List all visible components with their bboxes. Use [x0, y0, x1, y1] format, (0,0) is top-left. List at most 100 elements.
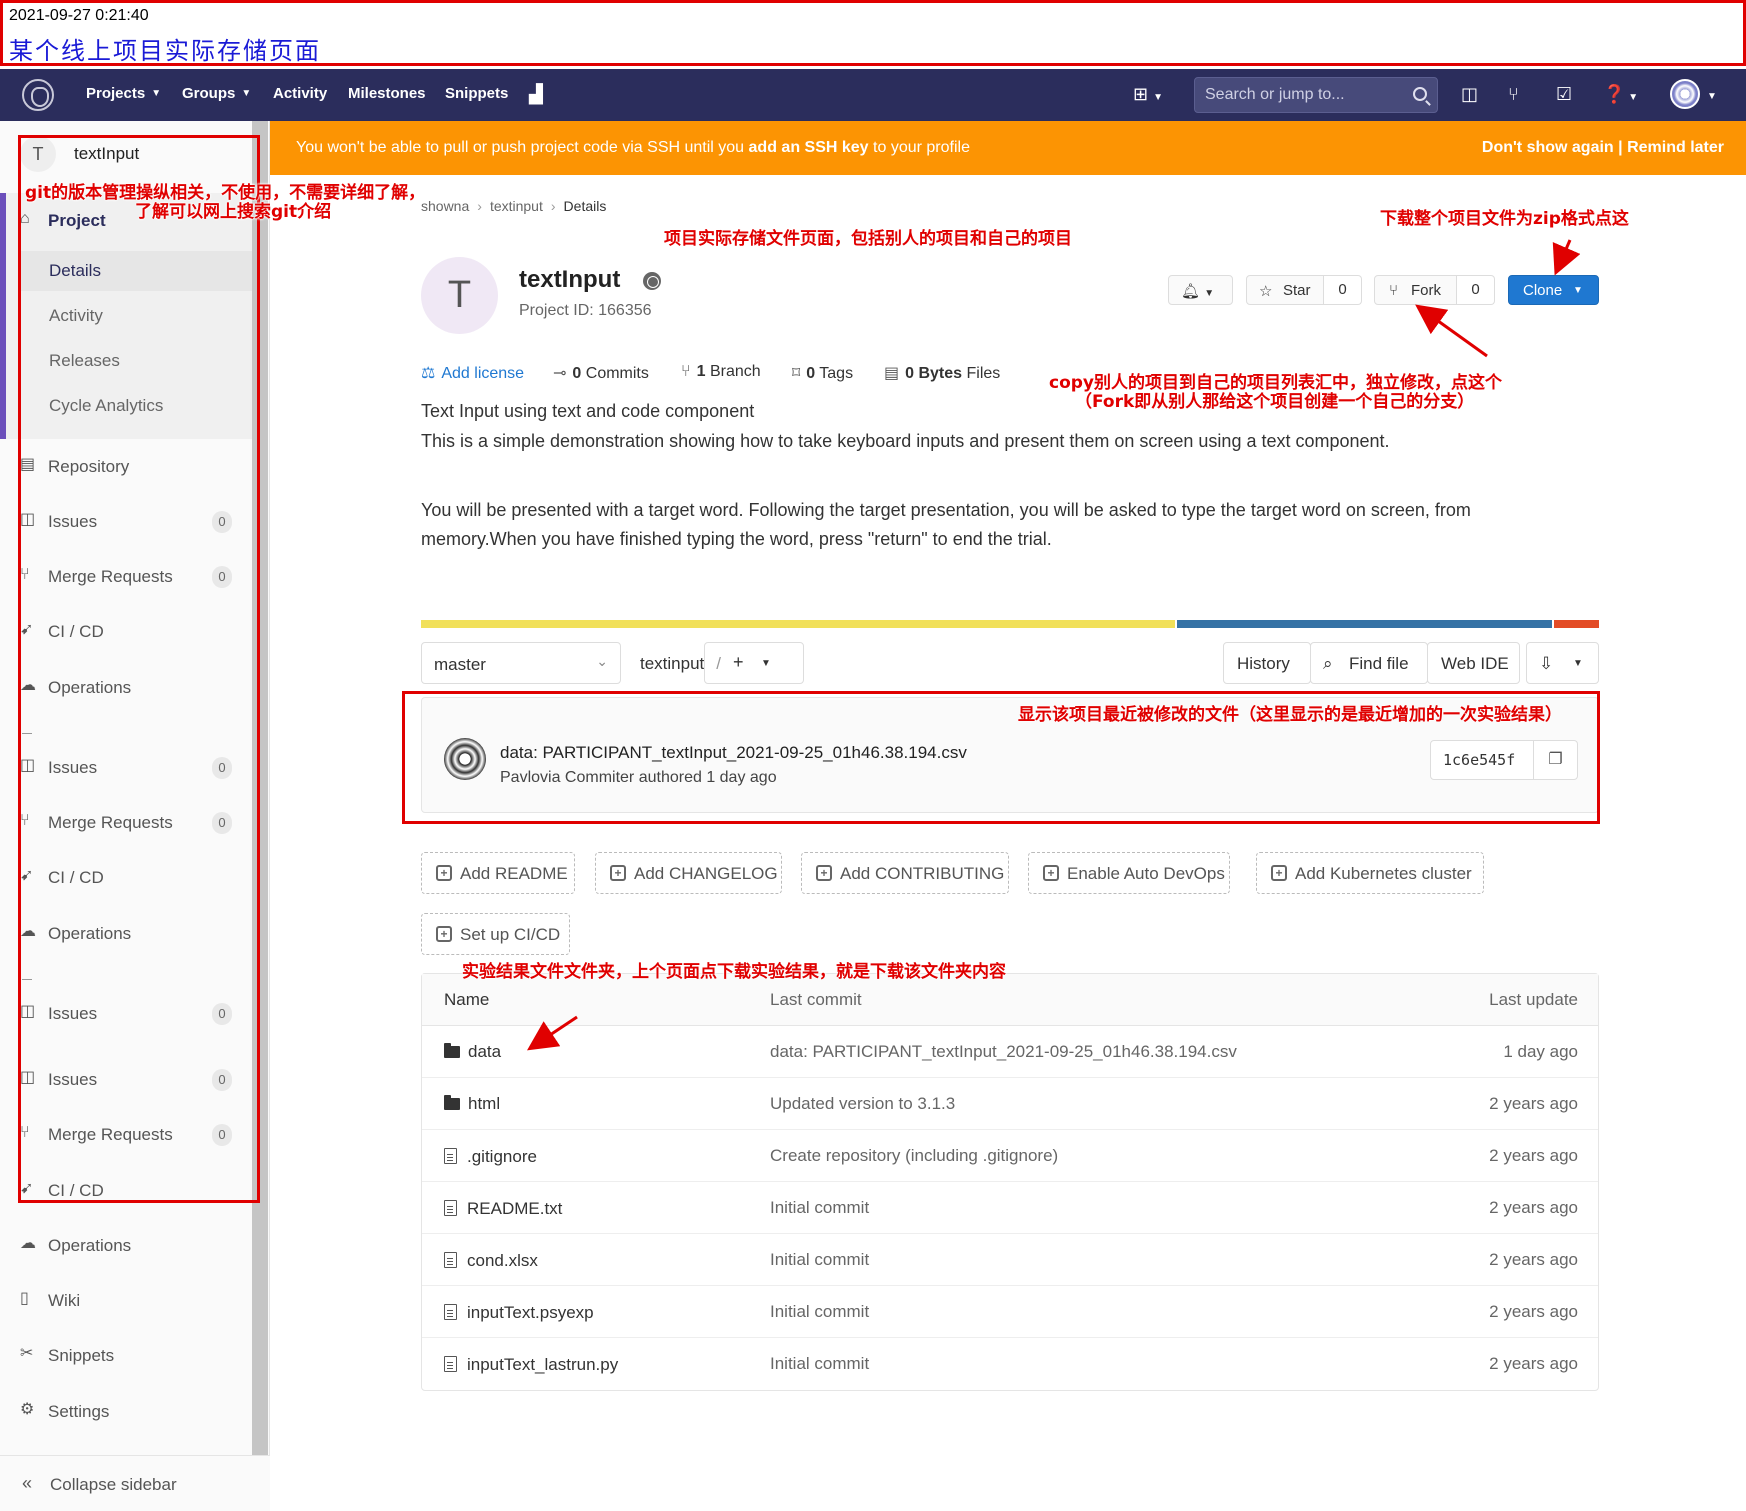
download-dropdown[interactable]: ⇩ ▼ [1526, 642, 1599, 684]
files-label: Files [962, 365, 1001, 382]
nav-snippets[interactable]: Snippets [445, 85, 508, 102]
file-name-cell[interactable]: data [444, 1042, 501, 1062]
sidebar-item-operations[interactable]: ☁ Operations [20, 1226, 252, 1266]
logo-icon[interactable] [22, 79, 54, 111]
user-avatar[interactable] [1670, 79, 1700, 109]
breadcrumb-project[interactable]: textinput [490, 198, 543, 214]
fork-count[interactable]: 0 [1457, 275, 1495, 305]
commits-label: Commits [581, 365, 649, 382]
set-up-ci-cd-button[interactable]: + Set up CI/CD [421, 913, 570, 955]
sidebar-item-settings[interactable]: ⚙ Settings [20, 1392, 252, 1432]
new-item-dropdown-icon[interactable]: ⊞ ▼ [1133, 84, 1163, 105]
branch-stat[interactable]: ⑂ 1 Branch [681, 363, 761, 381]
nav-activity[interactable]: Activity [273, 85, 327, 102]
tags-stat[interactable]: ⌑ 0 Tags [792, 363, 853, 383]
search-input[interactable] [1195, 78, 1405, 112]
remind-later-link[interactable]: Remind later [1627, 139, 1724, 156]
file-last-update: 2 years ago [1489, 1146, 1578, 1165]
note-banner: 2021-09-27 0:21:40 某个线上项目实际存储页面 [0, 0, 1746, 66]
web-ide-button[interactable]: Web IDE [1427, 642, 1520, 684]
commits-count: 0 [572, 365, 582, 382]
file-last-commit[interactable]: Create repository (including .gitignore) [770, 1146, 1058, 1166]
file-last-commit[interactable]: Initial commit [770, 1250, 869, 1270]
file-last-update: 2 years ago [1489, 1354, 1578, 1373]
file-last-commit[interactable]: Initial commit [770, 1354, 869, 1374]
file-last-update: 2 years ago [1489, 1250, 1578, 1269]
todos-icon[interactable]: ☑ [1556, 84, 1572, 105]
add-ssh-key-link[interactable]: add an SSH key [749, 139, 869, 156]
add-kubernetes-cluster-button[interactable]: + Add Kubernetes cluster [1256, 852, 1484, 894]
branch-count: 1 [696, 363, 706, 380]
file-name[interactable]: data [468, 1042, 501, 1061]
file-name-cell[interactable]: cond.xlsx [444, 1250, 538, 1271]
folder-icon [444, 1043, 460, 1058]
table-row[interactable]: .gitignore Create repository (including .… [422, 1130, 1598, 1182]
annotation-data-note: 实验结果文件文件夹，上个页面点下载实验结果，就是下载该文件夹内容 [462, 962, 1006, 982]
files-stat[interactable]: ▤ 0 Bytes Files [884, 363, 1000, 383]
notification-dropdown[interactable]: 🔔︎ ▼ [1168, 275, 1233, 305]
file-icon [444, 1200, 457, 1216]
file-name[interactable]: html [468, 1094, 500, 1113]
file-name-cell[interactable]: README.txt [444, 1198, 562, 1219]
search-icon[interactable] [1413, 87, 1427, 101]
collapse-sidebar-button[interactable]: « Collapse sidebar [0, 1455, 270, 1511]
path-root[interactable]: textinput [640, 654, 704, 673]
commits-stat[interactable]: ⊸ 0 Commits [553, 363, 649, 383]
breadcrumb-current[interactable]: Details [564, 198, 607, 214]
add-file-dropdown[interactable]: + ▼ [704, 642, 804, 684]
table-row[interactable]: inputText.psyexp Initial commit 2 years ag… [422, 1286, 1598, 1338]
file-last-commit[interactable]: Initial commit [770, 1302, 869, 1322]
sidebar-item-snippets[interactable]: ✂ Snippets [20, 1336, 252, 1376]
nav-groups[interactable]: Groups ▼ [182, 85, 251, 102]
file-name-cell[interactable]: inputText.psyexp [444, 1302, 594, 1323]
annotation-clone-note: 下载整个项目文件为zip格式点这 [1380, 209, 1629, 229]
file-name-cell[interactable]: inputText_lastrun.py [444, 1354, 618, 1375]
table-row[interactable]: html Updated version to 3.1.3 2 years ago [422, 1078, 1598, 1130]
file-name[interactable]: .gitignore [467, 1147, 537, 1166]
issues-icon[interactable]: ◫ [1461, 84, 1478, 105]
file-name[interactable]: README.txt [467, 1199, 562, 1218]
file-name-cell[interactable]: .gitignore [444, 1146, 537, 1167]
breadcrumb-namespace[interactable]: showna [421, 198, 469, 214]
sidebar-item-wiki[interactable]: ▯ Wiki [20, 1281, 252, 1321]
gear-icon: ⚙ [20, 1401, 35, 1418]
table-row[interactable]: data data: PARTICIPANT_textInput_2021-09-… [422, 1026, 1598, 1078]
search-box[interactable] [1194, 77, 1438, 113]
enable-auto-devops-button[interactable]: + Enable Auto DevOps [1028, 852, 1230, 894]
find-file-button[interactable]: ⌕ Find file [1310, 642, 1428, 684]
table-row[interactable]: inputText_lastrun.py Initial commit 2 year… [422, 1338, 1598, 1390]
file-last-commit[interactable]: data: PARTICIPANT_textInput_2021-09-25_0… [770, 1042, 1237, 1062]
file-name[interactable]: inputText_lastrun.py [467, 1355, 618, 1374]
branch-select[interactable]: master ⌄ [421, 642, 621, 684]
add-contributing-button[interactable]: + Add CONTRIBUTING [801, 852, 1009, 894]
add-readme-button[interactable]: + Add README [421, 852, 575, 894]
nav-projects[interactable]: Projects ▼ [86, 85, 161, 102]
alert-text: to your profile [868, 139, 970, 156]
help-icon[interactable]: ❓ ▼ [1603, 84, 1638, 105]
add-license-link[interactable]: ⚖ Add license [421, 363, 524, 383]
history-button[interactable]: History [1223, 642, 1311, 684]
star-button[interactable]: ☆ Star [1246, 275, 1324, 305]
file-last-commit[interactable]: Updated version to 3.1.3 [770, 1094, 955, 1114]
merge-requests-icon[interactable]: ⑂ [1508, 84, 1519, 105]
file-name-cell[interactable]: html [444, 1094, 500, 1114]
dont-show-again-link[interactable]: Don't show again [1482, 139, 1614, 156]
file-last-commit[interactable]: Initial commit [770, 1198, 869, 1218]
file-tree-table: Name Last commit Last update data data: P… [421, 973, 1599, 1391]
breadcrumb-separator: › [550, 198, 556, 214]
fork-button[interactable]: ⑂ Fork [1374, 275, 1457, 305]
nav-milestones[interactable]: Milestones [348, 85, 426, 102]
project-description-text: You will be presented with a target word… [421, 500, 1471, 520]
language-segment [421, 620, 1175, 628]
table-row[interactable]: README.txt Initial commit 2 years ago [422, 1182, 1598, 1234]
table-row[interactable]: cond.xlsx Initial commit 2 years ago [422, 1234, 1598, 1286]
plus-square-icon: + [436, 926, 452, 942]
chevron-down-icon[interactable]: ▼ [1707, 91, 1717, 102]
clone-label: Clone [1523, 282, 1563, 299]
file-name[interactable]: cond.xlsx [467, 1251, 538, 1270]
chart-icon[interactable]: ▟ [529, 84, 543, 105]
file-name[interactable]: inputText.psyexp [467, 1303, 594, 1322]
add-changelog-button[interactable]: + Add CHANGELOG [595, 852, 782, 894]
star-count[interactable]: 0 [1324, 275, 1362, 305]
clone-button[interactable]: Clone ▼ [1508, 275, 1599, 305]
